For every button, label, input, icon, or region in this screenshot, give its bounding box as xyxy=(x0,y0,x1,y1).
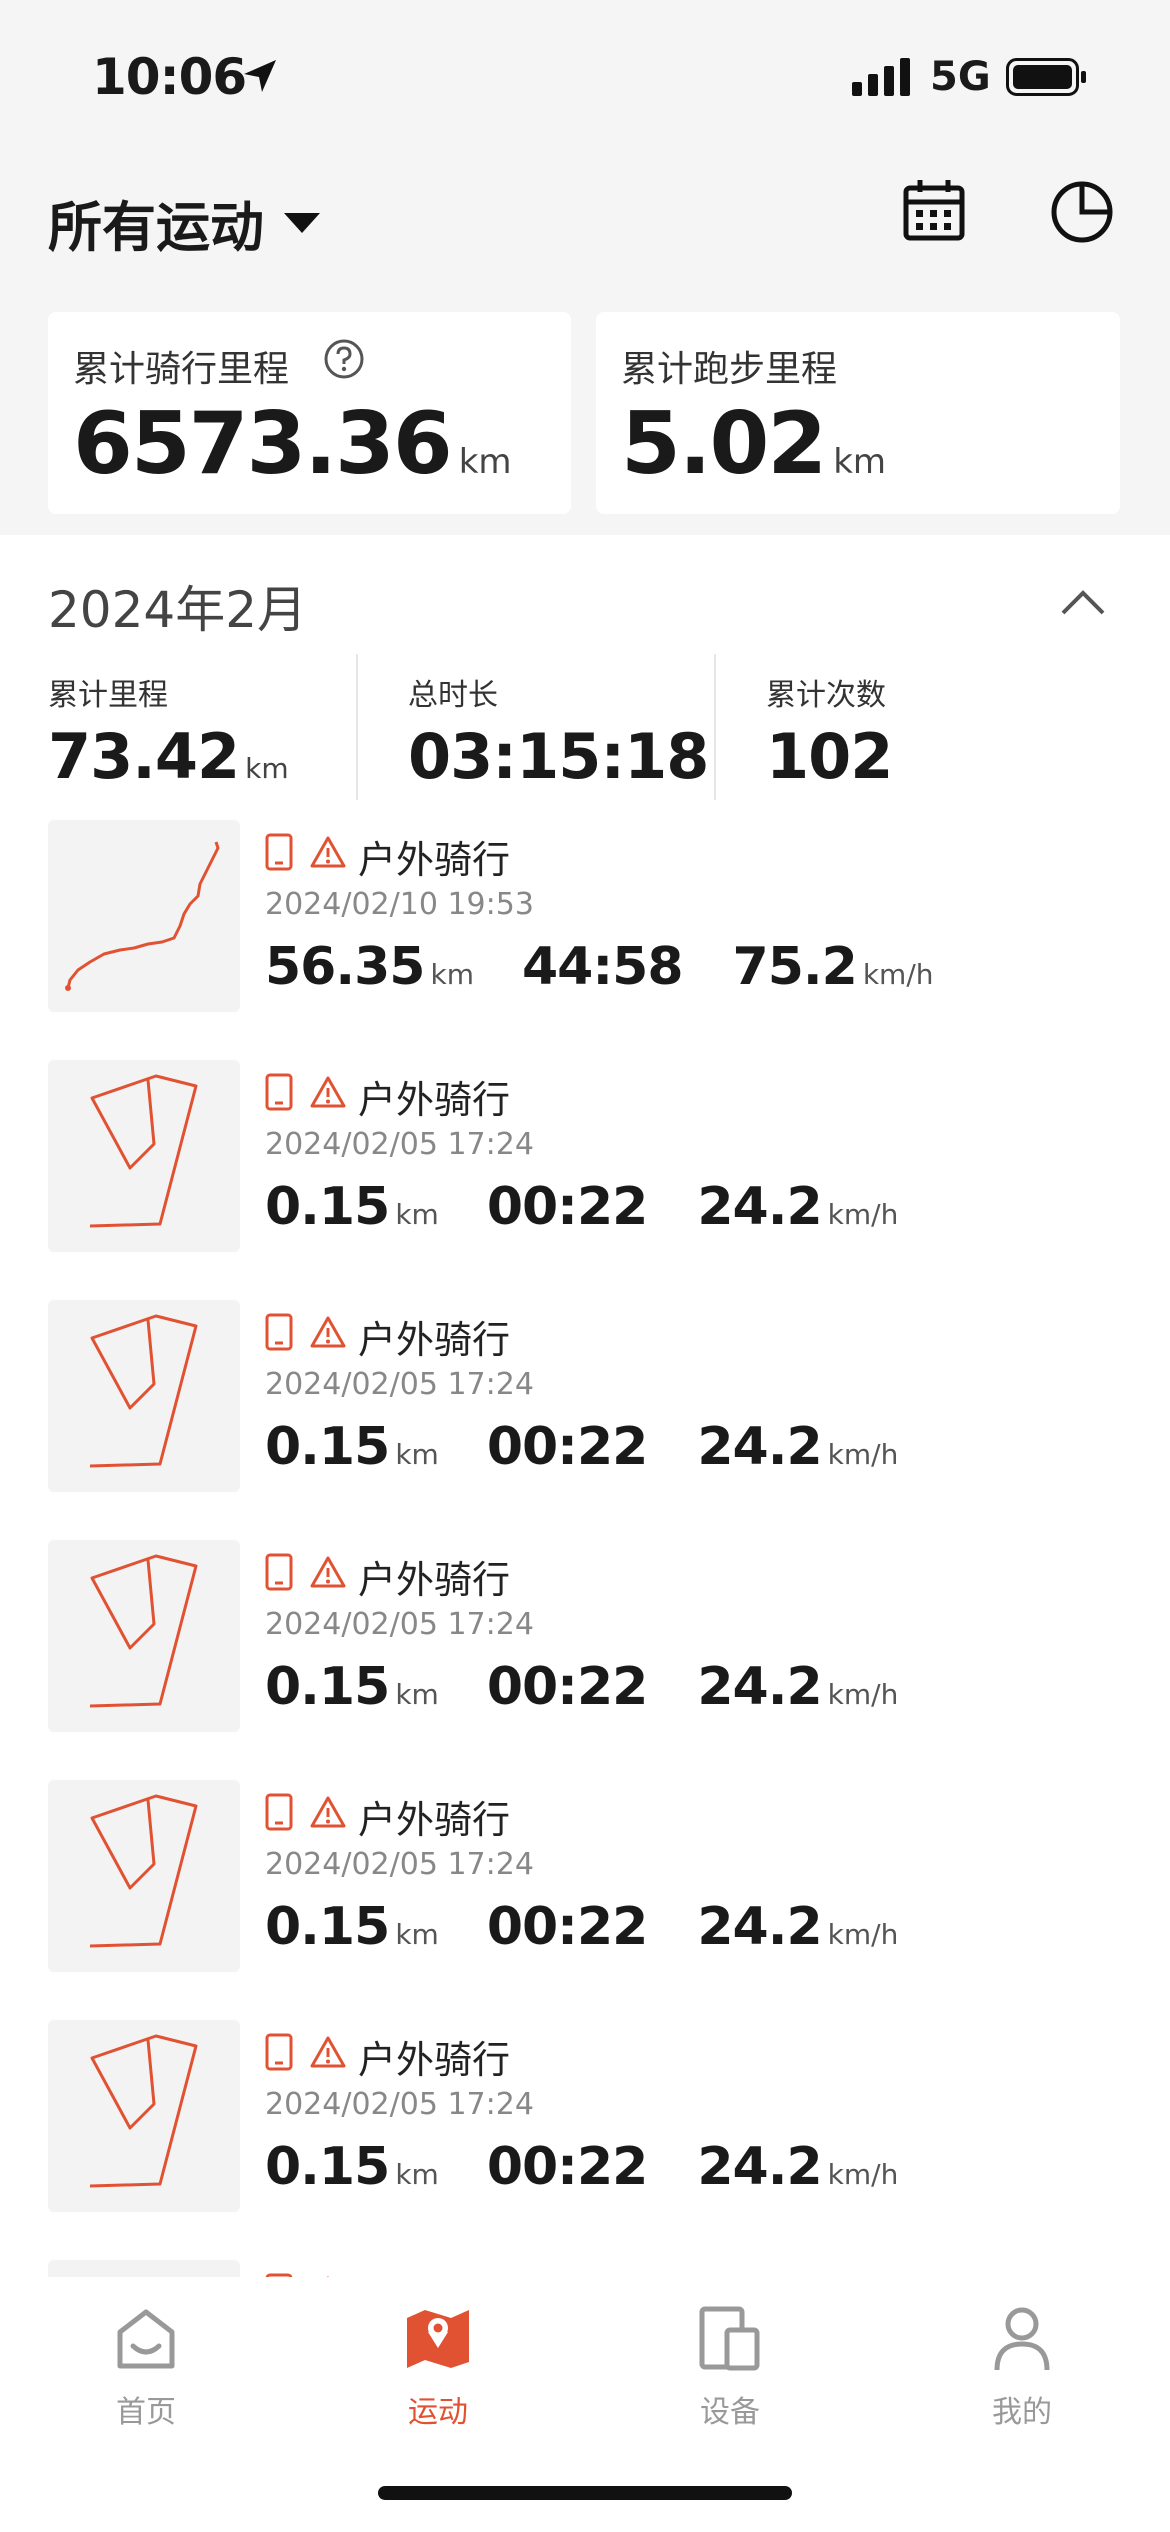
phone-icon xyxy=(265,2033,293,2071)
activity-type: 户外骑行 xyxy=(358,1798,511,1842)
activity-item[interactable]: 户外骑行 2024/02/05 17:24 0.15 km 00:22 24.2 k… xyxy=(0,1055,1170,1255)
home-indicator[interactable] xyxy=(378,2486,792,2500)
route-thumbnail xyxy=(48,2020,240,2212)
activity-date: 2024/02/05 17:24 xyxy=(265,1367,534,1402)
tab-label: 我的 xyxy=(992,2395,1052,2430)
route-thumbnail xyxy=(48,1300,240,1492)
help-icon[interactable] xyxy=(323,338,365,380)
activity-item[interactable]: 户外骑行 2024/02/05 17:24 0.15 km 00:22 24.2 k… xyxy=(0,1775,1170,1975)
month-title: 2024年2月 xyxy=(48,581,308,639)
warning-icon xyxy=(310,836,346,868)
route-thumbnail xyxy=(48,1780,240,1972)
activity-type: 户外骑行 xyxy=(358,1078,511,1122)
divider xyxy=(356,654,358,800)
activity-date: 2024/02/10 19:53 xyxy=(265,887,534,922)
location-arrow-icon xyxy=(244,60,276,92)
tab-devices[interactable]: 设备 xyxy=(640,2299,820,2431)
activity-type: 户外骑行 xyxy=(358,2038,511,2082)
route-thumbnail xyxy=(48,1060,240,1252)
tab-home[interactable]: 首页 xyxy=(56,2299,236,2431)
phone-icon xyxy=(265,1553,293,1591)
warning-icon xyxy=(310,1556,346,1588)
divider xyxy=(714,654,716,800)
phone-icon xyxy=(265,1073,293,1111)
activity-date: 2024/02/05 17:24 xyxy=(265,1607,534,1642)
activity-stats: 0.15 km 00:22 24.2 km/h xyxy=(265,1417,899,1477)
calendar-icon[interactable] xyxy=(902,178,966,242)
route-thumbnail xyxy=(48,820,240,1012)
activity-type: 户外骑行 xyxy=(358,838,511,882)
cycling-total-value: 6573.36 km xyxy=(73,394,512,494)
tab-label: 运动 xyxy=(408,2395,468,2430)
devices-icon xyxy=(699,2306,760,2371)
route-thumbnail xyxy=(48,1540,240,1732)
running-total-card[interactable]: 累计跑步里程 5.02 km xyxy=(596,312,1120,514)
sport-filter-dropdown[interactable]: 所有运动 xyxy=(48,183,320,262)
warning-icon xyxy=(310,1076,346,1108)
caret-down-icon xyxy=(284,212,320,233)
home-icon xyxy=(117,2309,175,2369)
activity-item[interactable]: 户外骑行 2024/02/05 17:24 0.15 km 00:22 24.2 k… xyxy=(0,1295,1170,1495)
phone-icon xyxy=(265,1313,293,1351)
activity-type: 户外骑行 xyxy=(358,1318,511,1362)
activity-item[interactable]: 户外骑行 2024/02/10 19:53 56.35 km 44:58 75.2… xyxy=(0,815,1170,1015)
battery-icon xyxy=(1006,58,1086,96)
statistics-pie-icon[interactable] xyxy=(1050,180,1114,244)
tab-label: 设备 xyxy=(700,2395,760,2430)
activity-stats: 0.15 km 00:22 24.2 km/h xyxy=(265,1177,899,1237)
activity-item[interactable]: 户外骑行 2024/02/05 17:24 0.15 km 00:22 24.2 k… xyxy=(0,2015,1170,2215)
cycling-total-label: 累计骑行里程 xyxy=(73,349,290,390)
phone-icon xyxy=(265,1793,293,1831)
activity-stats: 0.15 km 00:22 24.2 km/h xyxy=(265,2137,899,2197)
sport-filter-label: 所有运动 xyxy=(48,196,264,259)
profile-icon xyxy=(994,2307,1050,2371)
tab-label: 首页 xyxy=(116,2395,176,2430)
status-time: 10:06 xyxy=(92,48,247,106)
activity-item[interactable]: 户外骑行 xyxy=(0,2255,1170,2277)
route-thumbnail xyxy=(48,2260,240,2277)
activity-stats: 0.15 km 00:22 24.2 km/h xyxy=(265,1657,899,1717)
warning-icon xyxy=(310,1316,346,1348)
tab-profile[interactable]: 我的 xyxy=(932,2299,1112,2431)
activity-date: 2024/02/05 17:24 xyxy=(265,1847,534,1882)
activity-type: 户外骑行 xyxy=(358,2269,510,2277)
running-total-value: 5.02 km xyxy=(621,394,886,494)
warning-icon xyxy=(310,1796,346,1828)
activity-stats: 56.35 km 44:58 75.2 km/h xyxy=(265,937,934,997)
activity-type: 户外骑行 xyxy=(358,1558,511,1602)
activity-stats: 0.15 km 00:22 24.2 km/h xyxy=(265,1897,899,1957)
activity-date: 2024/02/05 17:24 xyxy=(265,2087,534,2122)
chevron-up-icon[interactable] xyxy=(1060,588,1106,616)
phone-icon xyxy=(265,833,293,871)
tab-sport[interactable]: 运动 xyxy=(348,2299,528,2431)
network-type: 5G xyxy=(930,54,991,100)
running-total-label: 累计跑步里程 xyxy=(621,349,838,390)
activity-item[interactable]: 户外骑行 2024/02/05 17:24 0.15 km 00:22 24.2 k… xyxy=(0,1535,1170,1735)
signal-icon xyxy=(852,58,910,96)
cycling-total-card[interactable]: 累计骑行里程 6573.36 km xyxy=(48,312,571,514)
warning-icon xyxy=(310,2036,346,2068)
activity-list[interactable]: 户外骑行 2024/02/10 19:53 56.35 km 44:58 75.2… xyxy=(0,815,1170,2277)
sport-map-icon xyxy=(407,2310,469,2368)
activity-date: 2024/02/05 17:24 xyxy=(265,1127,534,1162)
